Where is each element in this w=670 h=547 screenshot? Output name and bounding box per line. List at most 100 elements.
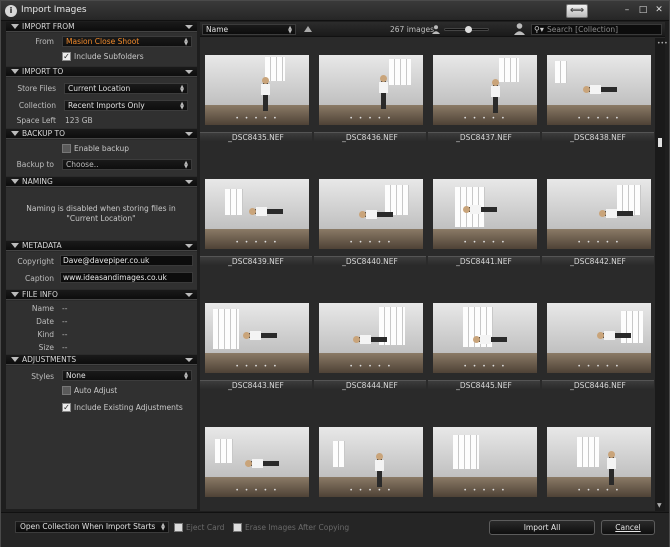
scrollbar-thumb[interactable]	[658, 138, 662, 147]
section-menu-icon[interactable]	[185, 70, 193, 74]
section-menu-icon[interactable]	[185, 180, 193, 184]
thumbnail-filename: _DSC8439.NEF	[200, 256, 312, 266]
thumbnail-cell[interactable]: • • • • • _DSC8442.NEF	[542, 162, 654, 286]
thumbnail-image[interactable]: • • • • •	[547, 303, 651, 373]
eject-card-checkbox[interactable]	[174, 523, 183, 532]
section-menu-icon[interactable]	[185, 358, 193, 362]
photo-model	[597, 331, 631, 340]
file-size-label: Size	[38, 343, 54, 352]
import-to-header[interactable]: IMPORT TO	[6, 67, 197, 77]
backup-to-dropdown[interactable]: Choose.. ▲ ▼	[62, 159, 192, 170]
sort-dropdown[interactable]: Name ▲ ▼	[202, 24, 296, 35]
caption-label: Caption	[25, 274, 54, 283]
thumbnail-cell[interactable]: • • • • • _DSC8435.NEF	[200, 38, 312, 162]
search-input[interactable]: ⚲▾ Search [Collection]	[531, 24, 662, 35]
thumbnail-cell[interactable]: • • • • • _DSC8441.NEF	[428, 162, 540, 286]
from-dropdown[interactable]: Masion Close Shoot ▲ ▼	[62, 36, 192, 47]
minimize-icon[interactable]: –	[621, 4, 633, 16]
styles-dropdown[interactable]: None ▲ ▼	[62, 370, 192, 381]
collection-dropdown[interactable]: Recent Imports Only ▲ ▼	[64, 100, 188, 111]
thumbnail-image[interactable]: • • • • •	[433, 303, 537, 373]
cancel-button[interactable]: Cancel	[601, 520, 655, 535]
large-thumbnail-icon[interactable]	[514, 23, 525, 35]
thumbnail-cell[interactable]: • • • • •	[428, 410, 540, 511]
small-thumbnail-icon[interactable]	[432, 25, 440, 34]
rating-dots[interactable]: • • • • •	[433, 115, 537, 122]
thumbnail-image[interactable]: • • • • •	[205, 179, 309, 249]
thumbnail-cell[interactable]: • • • • •	[200, 410, 312, 511]
import-all-button[interactable]: Import All	[489, 520, 595, 535]
thumbnail-cell[interactable]: • • • • • _DSC8437.NEF	[428, 38, 540, 162]
thumbnail-image[interactable]: • • • • •	[319, 55, 423, 125]
thumbnail-cell[interactable]: • • • • • _DSC8444.NEF	[314, 286, 426, 410]
include-existing-adjustments-checkbox[interactable]: ✓	[62, 403, 71, 412]
thumbnail-cell[interactable]: • • • • • _DSC8438.NEF	[542, 38, 654, 162]
thumbnail-image[interactable]: • • • • •	[205, 427, 309, 497]
section-menu-icon[interactable]	[185, 132, 193, 136]
rating-dots[interactable]: • • • • •	[547, 239, 651, 246]
thumbnail-cell[interactable]: • • • • •	[542, 410, 654, 511]
section-menu-icon[interactable]	[185, 244, 193, 248]
adjustments-header[interactable]: ADJUSTMENTS	[6, 355, 197, 365]
auto-adjust-checkbox[interactable]	[62, 386, 71, 395]
rating-dots[interactable]: • • • • •	[433, 239, 537, 246]
erase-images-checkbox[interactable]	[233, 523, 242, 532]
rating-dots[interactable]: • • • • •	[205, 239, 309, 246]
rating-dots[interactable]: • • • • •	[433, 487, 537, 494]
copyright-label: Copyright	[17, 257, 54, 266]
file-info-header[interactable]: FILE INFO	[6, 290, 197, 300]
store-files-dropdown[interactable]: Current Location ▲ ▼	[64, 83, 188, 94]
slider-knob[interactable]	[464, 26, 472, 33]
thumbnail-size-slider[interactable]	[444, 26, 489, 33]
close-icon[interactable]: ✕	[653, 4, 665, 16]
thumbnail-cell[interactable]: • • • • •	[314, 410, 426, 511]
backup-to-header[interactable]: BACKUP TO	[6, 129, 197, 139]
copyright-field[interactable]: Dave@davepiper.co.uk	[60, 255, 193, 266]
naming-header[interactable]: NAMING	[6, 177, 197, 187]
rating-dots[interactable]: • • • • •	[205, 487, 309, 494]
thumbnail-image[interactable]: • • • • •	[319, 179, 423, 249]
thumbnail-cell[interactable]: • • • • • _DSC8436.NEF	[314, 38, 426, 162]
thumbnail-image[interactable]: • • • • •	[205, 55, 309, 125]
thumbnail-image[interactable]: • • • • •	[547, 55, 651, 125]
rating-dots[interactable]: • • • • •	[319, 487, 423, 494]
sort-direction-icon[interactable]	[304, 26, 312, 32]
vertical-scrollbar[interactable]: ••• ▼	[655, 38, 668, 511]
import-from-header[interactable]: IMPORT FROM	[6, 22, 197, 32]
rating-dots[interactable]: • • • • •	[433, 363, 537, 370]
thumbnail-image[interactable]: • • • • •	[547, 179, 651, 249]
photo-window	[213, 309, 239, 349]
rating-dots[interactable]: • • • • •	[547, 487, 651, 494]
thumbnail-image[interactable]: • • • • •	[547, 427, 651, 497]
caption-field[interactable]: www.ideasandimages.co.uk	[60, 272, 193, 283]
metadata-header[interactable]: METADATA	[6, 241, 197, 251]
open-collection-dropdown[interactable]: Open Collection When Import Starts ▲ ▼	[15, 521, 169, 533]
rating-dots[interactable]: • • • • •	[547, 115, 651, 122]
maximize-icon[interactable]: □	[637, 4, 649, 16]
section-menu-icon[interactable]	[185, 25, 193, 29]
rating-dots[interactable]: • • • • •	[319, 115, 423, 122]
rating-dots[interactable]: • • • • •	[319, 363, 423, 370]
thumbnail-image[interactable]: • • • • •	[433, 179, 537, 249]
photo-model	[463, 205, 497, 214]
rating-dots[interactable]: • • • • •	[205, 363, 309, 370]
scroll-down-icon[interactable]: ▼	[657, 502, 662, 509]
thumbnail-image[interactable]: • • • • •	[205, 303, 309, 373]
thumbnail-cell[interactable]: • • • • • _DSC8443.NEF	[200, 286, 312, 410]
rating-dots[interactable]: • • • • •	[547, 363, 651, 370]
rating-dots[interactable]: • • • • •	[205, 115, 309, 122]
options-icon[interactable]: •••	[657, 40, 668, 47]
thumbnail-cell[interactable]: • • • • • _DSC8445.NEF	[428, 286, 540, 410]
thumbnail-cell[interactable]: • • • • • _DSC8446.NEF	[542, 286, 654, 410]
include-subfolders-checkbox[interactable]: ✓	[62, 52, 71, 61]
thumbnail-image[interactable]: • • • • •	[319, 427, 423, 497]
thumbnail-cell[interactable]: • • • • • _DSC8440.NEF	[314, 162, 426, 286]
thumbnail-image[interactable]: • • • • •	[433, 427, 537, 497]
rating-dots[interactable]: • • • • •	[319, 239, 423, 246]
thumbnail-image[interactable]: • • • • •	[319, 303, 423, 373]
section-menu-icon[interactable]	[185, 293, 193, 297]
thumbnail-cell[interactable]: • • • • • _DSC8439.NEF	[200, 162, 312, 286]
swap-layout-button[interactable]: ⟺	[566, 4, 588, 18]
thumbnail-image[interactable]: • • • • •	[433, 55, 537, 125]
enable-backup-checkbox[interactable]	[62, 144, 71, 153]
